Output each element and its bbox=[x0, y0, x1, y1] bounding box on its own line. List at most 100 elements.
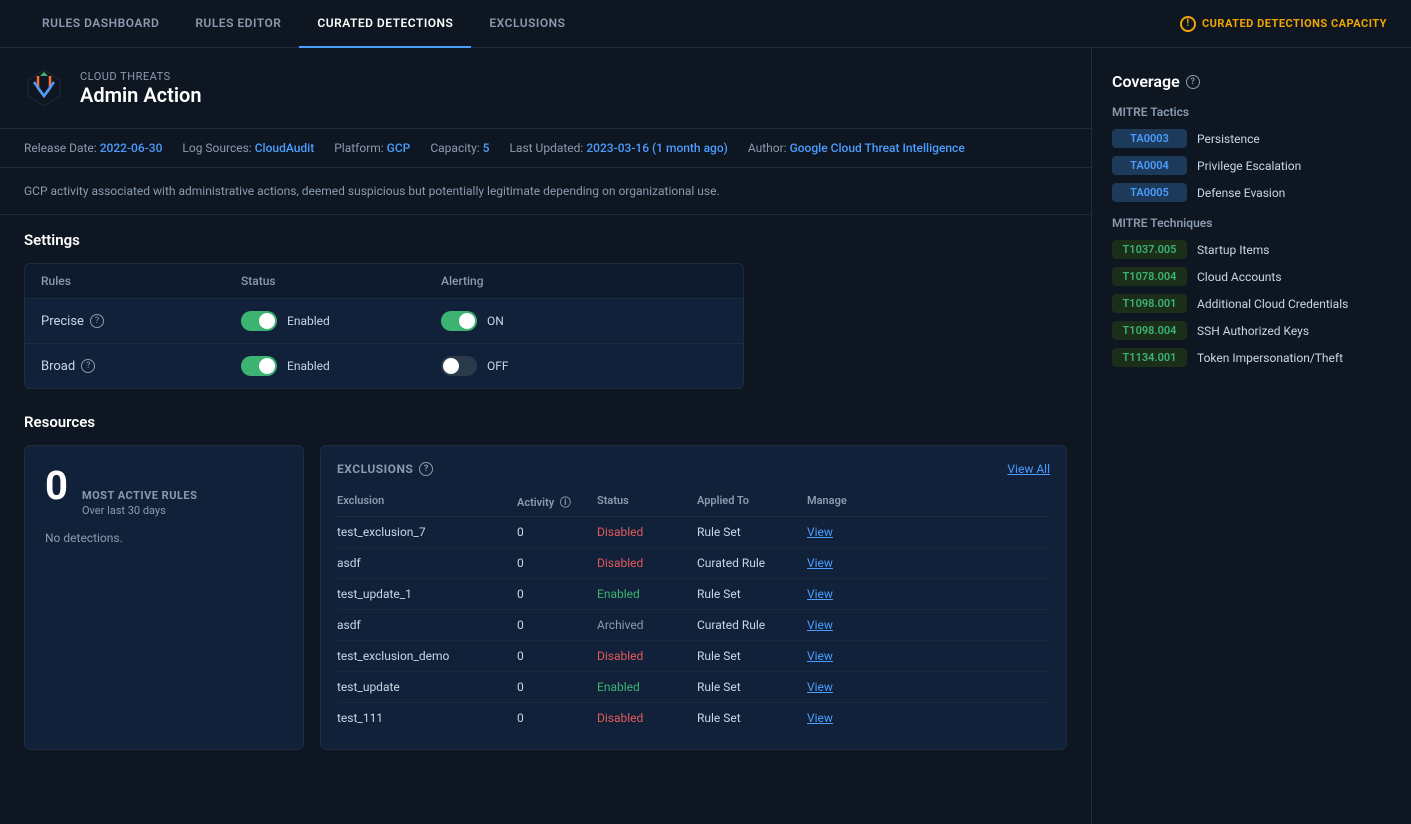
broad-alerting-toggle[interactable] bbox=[441, 356, 477, 376]
header-text: CLOUD THREATS Admin Action bbox=[80, 70, 202, 107]
exclusions-row: test_update 0 Enabled Rule Set View bbox=[337, 672, 1050, 703]
broad-label: Broad ? bbox=[41, 359, 241, 374]
exc-view-link[interactable]: View bbox=[807, 680, 887, 694]
exc-name: test_exclusion_demo bbox=[337, 649, 517, 663]
broad-status-toggle[interactable] bbox=[241, 356, 277, 376]
tactic-tag[interactable]: TA0003 bbox=[1112, 129, 1187, 148]
tactic-tag[interactable]: TA0005 bbox=[1112, 183, 1187, 202]
technique-label: Startup Items bbox=[1197, 243, 1269, 257]
col-alerting: Alerting bbox=[441, 274, 727, 288]
tactics-list: TA0003 Persistence TA0004 Privilege Esca… bbox=[1112, 129, 1391, 202]
resources-section: Resources 0 MOST ACTIVE RULES Over last … bbox=[0, 405, 1091, 766]
col-status: Status bbox=[241, 274, 441, 288]
exc-view-link[interactable]: View bbox=[807, 587, 887, 601]
tactic-label: Defense Evasion bbox=[1197, 186, 1285, 200]
settings-section: Settings Rules Status Alerting Precise ?… bbox=[0, 215, 1091, 405]
precise-help-icon[interactable]: ? bbox=[90, 314, 104, 328]
exc-applied-to: Rule Set bbox=[697, 680, 807, 694]
rule-description: GCP activity associated with administrat… bbox=[0, 168, 1091, 215]
exc-view-link[interactable]: View bbox=[807, 649, 887, 663]
exc-view-link[interactable]: View bbox=[807, 711, 887, 725]
broad-alerting-group: OFF bbox=[441, 356, 727, 376]
exc-name: test_exclusion_7 bbox=[337, 525, 517, 539]
exc-status: Disabled bbox=[597, 556, 697, 570]
author-label: Author: Google Cloud Threat Intelligence bbox=[748, 141, 965, 155]
exc-status: Disabled bbox=[597, 711, 697, 725]
exc-col-applied-to: Applied To bbox=[697, 494, 807, 510]
exc-view-link[interactable]: View bbox=[807, 618, 887, 632]
exc-name: test_111 bbox=[337, 711, 517, 725]
capacity-warning-label: CURATED DETECTIONS CAPACITY bbox=[1202, 17, 1387, 30]
technique-row: T1134.001 Token Impersonation/Theft bbox=[1112, 348, 1391, 367]
tactic-row: TA0004 Privilege Escalation bbox=[1112, 156, 1391, 175]
exclusions-help-icon[interactable]: ? bbox=[419, 462, 433, 476]
technique-tag[interactable]: T1098.001 bbox=[1112, 294, 1187, 313]
capacity-warning[interactable]: ! CURATED DETECTIONS CAPACITY bbox=[1180, 16, 1387, 32]
capacity-value: 5 bbox=[483, 141, 490, 155]
view-all-link[interactable]: View All bbox=[1007, 462, 1050, 476]
nav-rules-dashboard[interactable]: RULES DASHBOARD bbox=[24, 0, 177, 48]
coverage-help-icon[interactable]: ? bbox=[1186, 75, 1200, 89]
precise-status-toggle[interactable] bbox=[241, 311, 277, 331]
nav-exclusions[interactable]: EXCLUSIONS bbox=[471, 0, 583, 48]
precise-alerting-group: ON bbox=[441, 311, 727, 331]
page-header: CLOUD THREATS Admin Action bbox=[0, 48, 1091, 129]
rules-table: Rules Status Alerting Precise ? Enabled bbox=[24, 263, 744, 389]
precise-alerting-label: ON bbox=[487, 314, 504, 328]
tactic-label: Privilege Escalation bbox=[1197, 159, 1301, 173]
precise-status-label: Enabled bbox=[287, 314, 330, 328]
exc-applied-to: Curated Rule bbox=[697, 556, 807, 570]
exclusions-title: EXCLUSIONS ? bbox=[337, 462, 433, 476]
exc-name: test_update_1 bbox=[337, 587, 517, 601]
activity-help-icon[interactable]: ⓘ bbox=[560, 496, 571, 509]
rules-table-header: Rules Status Alerting bbox=[25, 264, 743, 298]
exc-status: Enabled bbox=[597, 587, 697, 601]
exc-name: asdf bbox=[337, 618, 517, 632]
warning-icon: ! bbox=[1180, 16, 1196, 32]
broad-help-icon[interactable]: ? bbox=[81, 359, 95, 373]
exclusions-row: test_111 0 Disabled Rule Set View bbox=[337, 703, 1050, 733]
technique-row: T1098.001 Additional Cloud Credentials bbox=[1112, 294, 1391, 313]
exclusions-rows: test_exclusion_7 0 Disabled Rule Set Vie… bbox=[337, 517, 1050, 733]
broad-row: Broad ? Enabled OFF bbox=[25, 343, 743, 388]
exclusions-row: asdf 0 Disabled Curated Rule View bbox=[337, 548, 1050, 579]
category-label: CLOUD THREATS bbox=[80, 70, 202, 83]
tactic-tag[interactable]: TA0004 bbox=[1112, 156, 1187, 175]
tactic-label: Persistence bbox=[1197, 132, 1260, 146]
technique-row: T1078.004 Cloud Accounts bbox=[1112, 267, 1391, 286]
sidebar: Coverage ? MITRE Tactics TA0003 Persiste… bbox=[1091, 48, 1411, 824]
exclusions-row: test_exclusion_7 0 Disabled Rule Set Vie… bbox=[337, 517, 1050, 548]
precise-alerting-toggle[interactable] bbox=[441, 311, 477, 331]
tactics-label: MITRE Tactics bbox=[1112, 105, 1391, 119]
nav-rules-editor[interactable]: RULES EDITOR bbox=[177, 0, 299, 48]
technique-tag[interactable]: T1098.004 bbox=[1112, 321, 1187, 340]
technique-label: Token Impersonation/Theft bbox=[1197, 351, 1343, 365]
exc-status: Enabled bbox=[597, 680, 697, 694]
active-rules-sublabel: Over last 30 days bbox=[82, 504, 197, 517]
exc-activity: 0 bbox=[517, 649, 597, 663]
technique-tag[interactable]: T1037.005 bbox=[1112, 240, 1187, 259]
exc-activity: 0 bbox=[517, 711, 597, 725]
author-value: Google Cloud Threat Intelligence bbox=[790, 141, 965, 155]
technique-tag[interactable]: T1134.001 bbox=[1112, 348, 1187, 367]
technique-tag[interactable]: T1078.004 bbox=[1112, 267, 1187, 286]
capacity-label: Capacity: 5 bbox=[430, 141, 489, 155]
exc-view-link[interactable]: View bbox=[807, 556, 887, 570]
broad-status-label: Enabled bbox=[287, 359, 330, 373]
exc-applied-to: Rule Set bbox=[697, 649, 807, 663]
exc-activity: 0 bbox=[517, 525, 597, 539]
last-updated-value: 2023-03-16 (1 month ago) bbox=[586, 141, 728, 155]
exc-view-link[interactable]: View bbox=[807, 525, 887, 539]
page-title: Admin Action bbox=[80, 83, 202, 107]
release-date-label: Release Date: 2022-06-30 bbox=[24, 141, 162, 155]
exc-applied-to: Rule Set bbox=[697, 525, 807, 539]
nav-curated-detections[interactable]: CURATED DETECTIONS bbox=[299, 0, 471, 48]
active-rules-label: MOST ACTIVE RULES bbox=[82, 489, 197, 502]
exc-name: asdf bbox=[337, 556, 517, 570]
exc-activity: 0 bbox=[517, 680, 597, 694]
last-updated-label: Last Updated: 2023-03-16 (1 month ago) bbox=[509, 141, 727, 155]
tactic-row: TA0003 Persistence bbox=[1112, 129, 1391, 148]
exc-col-activity: Activity ⓘ bbox=[517, 494, 597, 510]
technique-row: T1098.004 SSH Authorized Keys bbox=[1112, 321, 1391, 340]
resources-title: Resources bbox=[24, 413, 1067, 431]
